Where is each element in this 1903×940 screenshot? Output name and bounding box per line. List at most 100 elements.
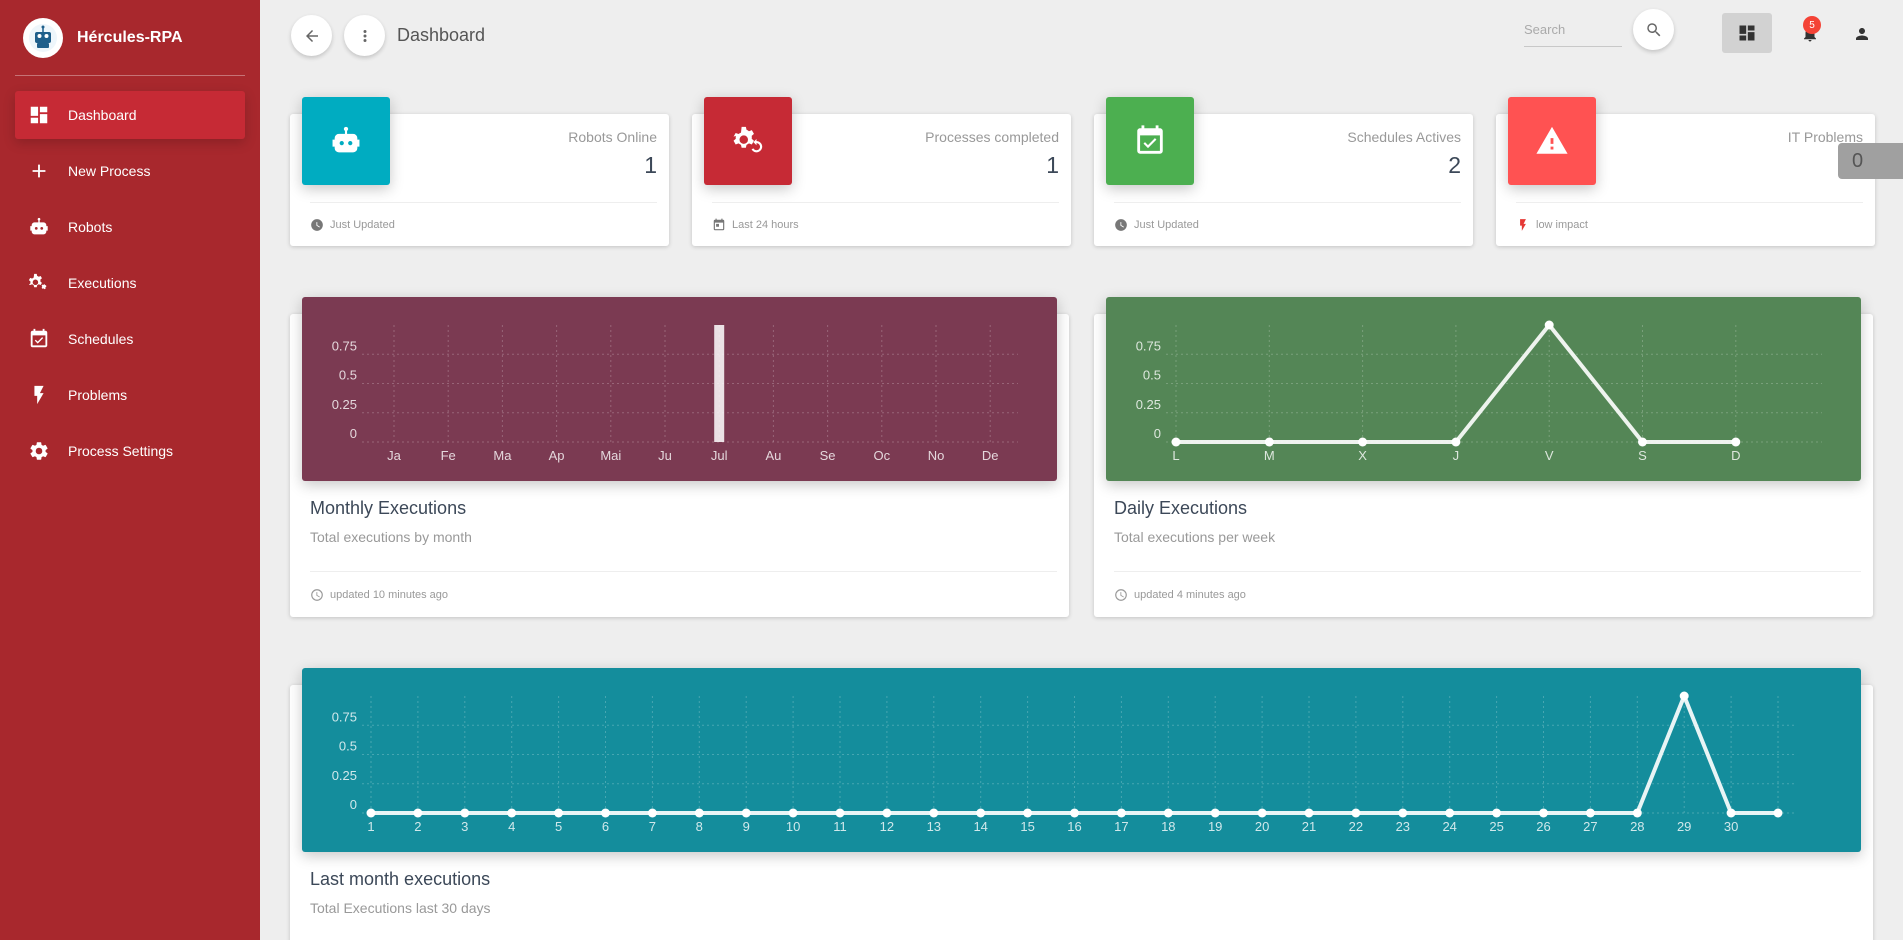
x-tick-label: 21 [1302,819,1316,834]
x-tick-label: L [1172,448,1179,463]
bolt-icon [27,383,51,407]
chart-title: Last month executions [310,869,491,889]
robot-icon [27,215,51,239]
x-tick-label: 13 [927,819,941,834]
data-point [601,808,610,818]
y-tick-label: 0.75 [1136,338,1161,353]
chart-footer: updated 4 minutes ago [1114,571,1861,602]
data-point [1070,808,1079,818]
y-tick-label: 0.5 [339,368,357,383]
stat-card-schedules-actives: Schedules Actives 2 Just Updated [1094,97,1473,246]
data-point [788,808,798,818]
x-tick-label: 22 [1349,819,1363,834]
sidebar-item-label: Schedules [68,331,134,347]
chart-subtitle: Total executions by month [310,529,472,545]
chart-subtitle: Total Executions last 30 days [310,900,491,916]
search-button[interactable] [1633,9,1674,50]
y-tick-label: 0.75 [332,709,357,724]
sidebar: Hércules-RPA Dashboard New Process Robot… [0,0,260,940]
x-tick-label: S [1638,448,1647,463]
y-tick-label: 0 [1154,426,1161,441]
dashboard-toggle-button[interactable] [1722,13,1772,53]
chart-title: Daily Executions [1114,498,1248,518]
more-options-button[interactable] [344,15,385,56]
data-point [1023,808,1033,818]
search-input[interactable] [1524,14,1622,44]
stat-footer-text: low impact [1536,219,1588,231]
sidebar-item-problems[interactable]: Problems [15,371,245,419]
sidebar-item-new-process[interactable]: New Process [15,147,245,195]
page-title: Dashboard [397,25,486,45]
data-point [1585,808,1595,818]
x-tick-label: 3 [461,819,468,834]
sidebar-item-schedules[interactable]: Schedules [15,315,245,363]
x-tick-label: 20 [1255,819,1269,834]
x-tick-label: 18 [1161,819,1175,834]
data-point [1632,808,1642,818]
chart-footer-text: updated 4 minutes ago [1134,589,1246,601]
data-point [1492,808,1502,818]
data-point [554,808,564,818]
x-tick-label: M [1264,448,1275,463]
x-tick-label: 14 [973,819,987,834]
stat-footer-text: Just Updated [330,219,395,231]
x-tick-label: 19 [1208,819,1222,834]
plus-icon [27,159,51,183]
stat-card-robots-online: Robots Online 1 Just Updated [290,97,669,246]
data-point [1116,808,1126,818]
data-point [1679,691,1689,701]
brand[interactable]: Hércules-RPA [0,0,260,76]
daily-executions-chart: 0 0.25 0.5 0.75 L M X J V S D [1136,320,1822,463]
x-tick-label: 24 [1442,819,1456,834]
clock-icon [311,219,323,231]
stat-card-processes-completed: Processes completed 1 Last 24 hours [692,97,1071,246]
stat-footer: Last 24 hours [712,202,1059,232]
data-point [413,808,423,818]
gear-sync-icon [733,126,763,153]
y-tick-label: 0.25 [332,768,357,783]
calendar-icon [713,218,725,231]
calendar-check-icon [27,327,51,351]
data-point [1358,437,1368,447]
chart-footer-text: updated 10 minutes ago [330,589,449,601]
sidebar-item-executions[interactable]: Executions [15,259,245,307]
x-tick-label: 16 [1067,819,1081,834]
notification-badge: 5 [1803,16,1821,34]
x-tick-label: Au [765,448,781,463]
data-point [976,808,986,818]
it-problems-value: 0 [1838,143,1903,179]
x-tick-label: D [1731,448,1740,463]
data-point [1539,808,1548,818]
data-point [1163,808,1173,818]
x-tick-label: Se [820,448,836,463]
x-tick-label: 25 [1489,819,1503,834]
clock-icon [311,589,323,601]
sidebar-item-label: Problems [68,387,128,403]
stat-footer: Just Updated [310,202,657,232]
data-point [1171,437,1181,447]
sidebar-item-label: Executions [68,275,137,291]
chart-title: Monthly Executions [310,498,467,518]
x-tick-label: V [1545,448,1554,463]
sidebar-item-dashboard[interactable]: Dashboard [15,91,245,139]
sidebar-item-robots[interactable]: Robots [15,203,245,251]
data-point [694,808,704,818]
x-tick-label: 5 [555,819,562,834]
profile-button[interactable] [1845,17,1879,51]
sidebar-item-process-settings[interactable]: Process Settings [15,427,245,475]
stat-label: Processes completed [925,129,1059,145]
x-tick-label: 4 [508,819,515,834]
x-tick-label: J [1453,448,1460,463]
dashboard-icon [27,103,51,127]
last-month-executions-chart: 00.250.50.751 2 3 4 5 6 7 8 9 10 11 12 13 14 15 16 17 18 1… [332,691,1796,834]
data-point [1304,808,1314,818]
back-button[interactable] [291,15,332,56]
y-tick-label: 0.5 [1143,368,1161,383]
x-tick-label: 30 [1724,819,1738,834]
chart-footer: updated 10 minutes ago [310,571,1057,602]
x-tick-label: 12 [880,819,894,834]
data-point [929,808,939,818]
logo [23,18,63,58]
y-tick-label: 0.25 [1136,397,1161,412]
gears-icon [27,271,51,295]
